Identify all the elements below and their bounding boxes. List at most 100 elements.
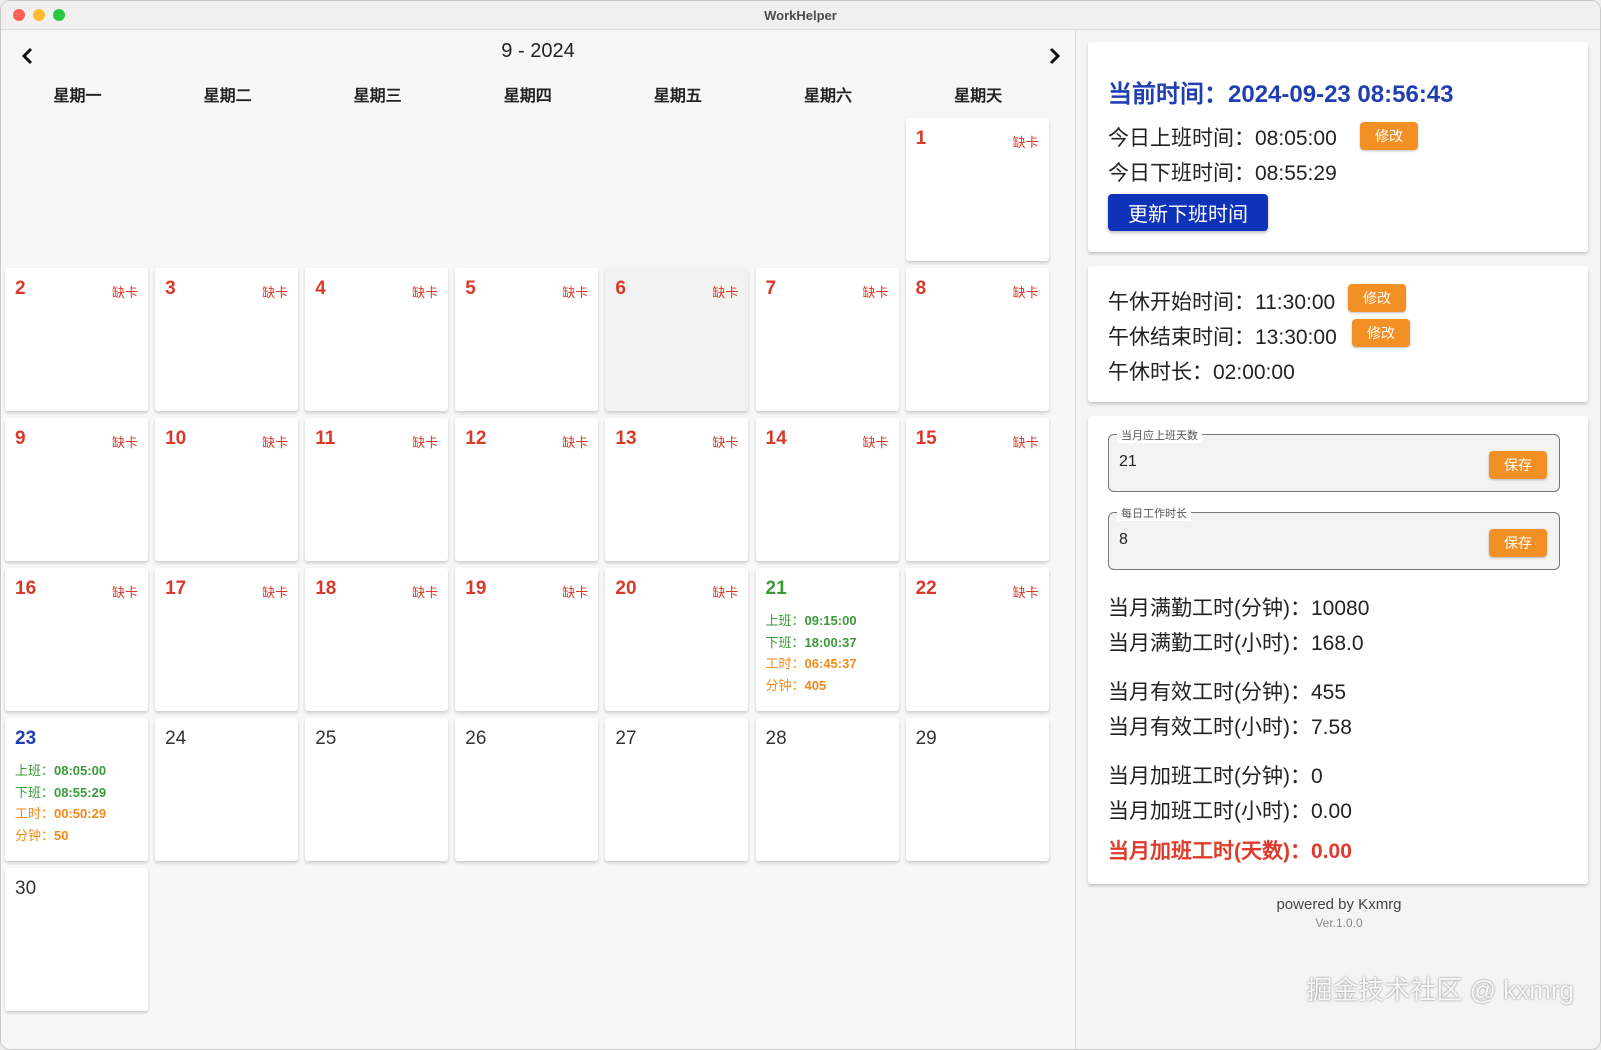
missing-punch-badge: 缺卡: [111, 585, 138, 600]
weekday-label: 星期天: [954, 88, 1003, 105]
calendar-day-cell[interactable]: 29: [905, 718, 1049, 861]
edit-lunch-start-button[interactable]: 修改: [1348, 284, 1406, 312]
punch-out-row: 下班：08:55:29: [15, 782, 106, 804]
punch-in-value: 09:15:00: [804, 613, 857, 628]
day-number: 27: [615, 728, 637, 749]
save-daily-hours-button[interactable]: 保存: [1489, 529, 1547, 557]
day-number: 6: [615, 278, 626, 299]
next-month-button[interactable]: [1041, 42, 1069, 70]
calendar-day-cell[interactable]: 15 缺卡: [905, 418, 1049, 561]
full-hours-label: 当月满勤工时(小时)：: [1108, 632, 1311, 655]
day-number: 13: [615, 428, 637, 449]
calendar-day-cell[interactable]: 22 缺卡: [905, 568, 1049, 711]
calendar-pane: 9 - 2024 星期一 星期二 星期三 星期四 星期五 星期六 星期天 1 缺卡 2 缺卡 3 缺卡…: [1, 30, 1075, 1049]
work-hours-row: 工时：06:45:37: [766, 653, 857, 675]
missing-punch-badge: 缺卡: [1012, 135, 1039, 150]
day-number: 7: [765, 278, 777, 299]
day-number: 26: [465, 728, 487, 749]
full-hours-value: 168.0: [1311, 632, 1364, 655]
day-number: 8: [915, 278, 927, 299]
missing-punch-badge: 缺卡: [1012, 585, 1039, 600]
weekday-label: 星期一: [53, 88, 102, 105]
calendar-day-cell[interactable]: 3 缺卡: [155, 268, 299, 411]
lunch-start-row: 午休开始时间：11:30:00: [1108, 286, 1335, 316]
calendar-day-cell[interactable]: 5 缺卡: [455, 268, 599, 411]
end-time-row: 今日下班时间：08:55:29: [1108, 157, 1337, 187]
overtime-days-value: 0.00: [1311, 840, 1352, 863]
calendar-day-cell[interactable]: 27: [605, 718, 749, 861]
window-title: WorkHelper: [764, 8, 837, 23]
punch-out-label: 下班：: [15, 784, 55, 800]
day-number: 2: [15, 278, 26, 299]
calendar-day-cell[interactable]: 26: [455, 718, 599, 861]
calendar-day-cell[interactable]: 2 缺卡: [5, 268, 148, 411]
save-workdays-button[interactable]: 保存: [1489, 451, 1547, 479]
full-minutes-label: 当月满勤工时(分钟)：: [1108, 597, 1311, 620]
calendar-day-cell[interactable]: 24: [155, 718, 299, 861]
calendar-day-cell[interactable]: 12 缺卡: [455, 418, 599, 561]
start-time-label: 今日上班时间：: [1108, 127, 1255, 150]
missing-punch-badge: 缺卡: [862, 285, 889, 300]
missing-punch-badge: 缺卡: [712, 285, 739, 300]
lunch-start-label: 午休开始时间：: [1108, 291, 1255, 314]
end-time-value: 08:55:29: [1255, 162, 1337, 185]
edit-lunch-end-button[interactable]: 修改: [1352, 319, 1410, 347]
calendar-day-cell[interactable]: 20 缺卡: [605, 568, 749, 711]
effective-minutes-label: 当月有效工时(分钟)：: [1108, 681, 1311, 704]
day-number: 9: [15, 428, 26, 449]
calendar-day-cell[interactable]: 30: [5, 868, 148, 1011]
weekday-label: 星期五: [653, 88, 702, 105]
calendar-day-cell[interactable]: 13 缺卡: [605, 418, 749, 561]
weekday-label: 星期二: [203, 88, 252, 105]
calendar-day-cell[interactable]: 18 缺卡: [305, 568, 449, 711]
day-number: 19: [465, 578, 487, 599]
day-number: 12: [465, 428, 487, 449]
work-hours-row: 工时：00:50:29: [15, 803, 106, 825]
calendar-grid: 1 缺卡 2 缺卡 3 缺卡 4 缺卡 5 缺卡 6 缺卡 7 缺卡 8 缺卡 9 缺卡 10 缺卡 11 缺卡 12 缺卡 1…: [1, 118, 1075, 1048]
workdays-field: 当月应上班天数 保存: [1108, 427, 1560, 492]
daily-hours-input[interactable]: [1119, 531, 1479, 549]
calendar-day-cell[interactable]: 19 缺卡: [455, 568, 599, 711]
calendar-day-cell[interactable]: 23 上班：08:05:00 下班：08:55:29 工时：00:50:29 分钟：50: [5, 718, 148, 861]
calendar-day-cell[interactable]: 10 缺卡: [155, 418, 299, 561]
calendar-day-cell[interactable]: 17 缺卡: [155, 568, 299, 711]
day-number: 17: [165, 578, 187, 599]
calendar-day-cell[interactable]: 9 缺卡: [5, 418, 148, 561]
day-number: 29: [915, 728, 937, 749]
day-number: 5: [465, 278, 476, 299]
calendar-day-cell[interactable]: 21 上班：09:15:00 下班：18:00:37 工时：06:45:37 分钟：40…: [755, 568, 899, 711]
calendar-day-cell[interactable]: 16 缺卡: [5, 568, 148, 711]
calendar-day-cell[interactable]: 7 缺卡: [755, 268, 899, 411]
current-time-value: 2024-09-23 08:56:43: [1228, 81, 1454, 108]
current-time-label: 当前时间：: [1108, 81, 1228, 108]
missing-punch-badge: 缺卡: [262, 585, 289, 600]
weekday-label: 星期六: [803, 88, 852, 105]
calendar-day-cell[interactable]: 6 缺卡: [605, 268, 749, 411]
lunch-end-row: 午休结束时间：13:30:00: [1108, 321, 1337, 351]
overtime-days-stat: 当月加班工时(天数)：0.00: [1108, 835, 1352, 865]
day-punch-detail: 上班：08:05:00 下班：08:55:29 工时：00:50:29 分钟：50: [15, 760, 106, 846]
workdays-input[interactable]: [1119, 453, 1479, 471]
missing-punch-badge: 缺卡: [712, 435, 739, 450]
calendar-day-cell[interactable]: 1 缺卡: [905, 118, 1049, 261]
missing-punch-badge: 缺卡: [1012, 285, 1039, 300]
day-number: 20: [615, 578, 637, 599]
calendar-day-cell[interactable]: 14 缺卡: [755, 418, 899, 561]
calendar-day-cell[interactable]: 4 缺卡: [305, 268, 449, 411]
weekday-header: 星期一 星期二 星期三 星期四 星期五 星期六 星期天: [1, 82, 1075, 112]
day-number: 10: [165, 428, 187, 449]
calendar-day-cell[interactable]: 28: [755, 718, 899, 861]
work-minutes-value: 405: [804, 677, 827, 693]
weekday-label: 星期三: [353, 88, 402, 105]
start-time-value: 08:05:00: [1255, 127, 1337, 150]
update-end-time-button[interactable]: 更新下班时间: [1108, 194, 1268, 231]
calendar-day-cell[interactable]: 25: [305, 718, 449, 861]
stats-card: 当月应上班天数 保存 每日工作时长 保存 当月满勤工时(分钟)：10080 当月…: [1088, 416, 1588, 884]
edit-start-time-button[interactable]: 修改: [1360, 122, 1418, 150]
effective-hours-stat: 当月有效工时(小时)：7.58: [1108, 711, 1352, 741]
calendar-day-cell[interactable]: 8 缺卡: [905, 268, 1049, 411]
work-hours-label: 工时：: [15, 806, 55, 821]
punch-in-label: 上班：: [15, 763, 55, 778]
chevron-right-icon: [1049, 47, 1061, 65]
calendar-day-cell[interactable]: 11 缺卡: [305, 418, 449, 561]
